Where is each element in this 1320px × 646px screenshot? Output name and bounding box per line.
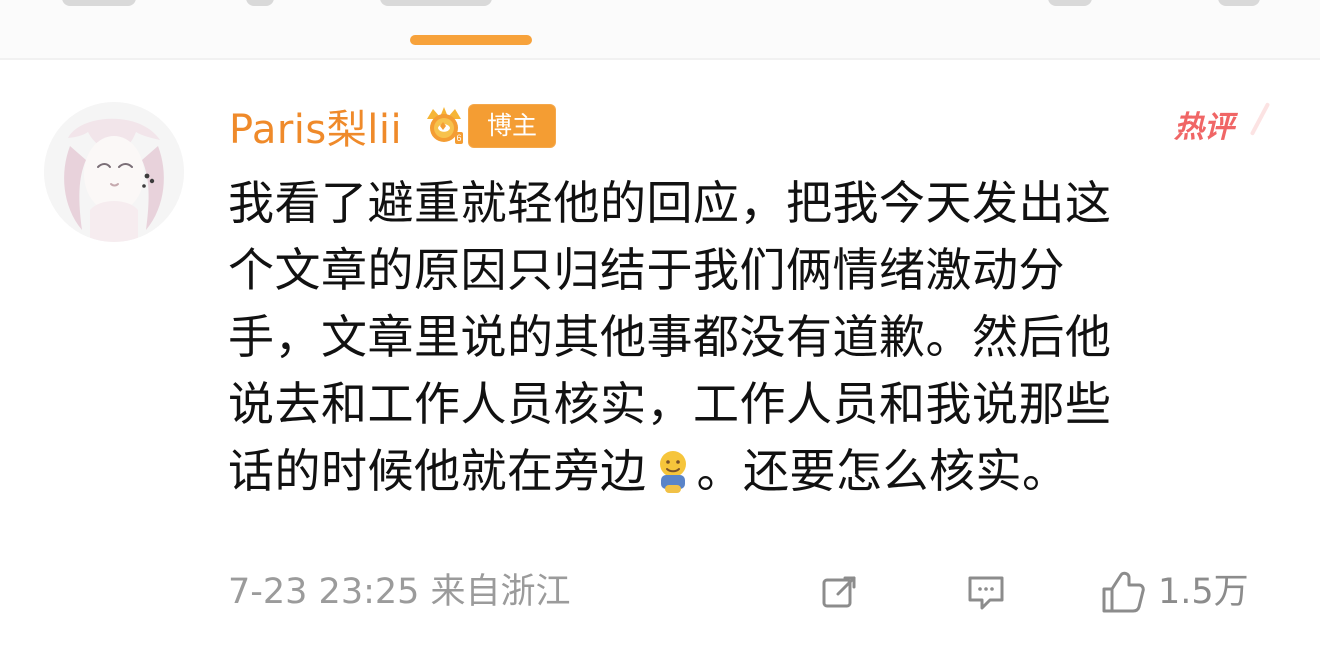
like-count: 1.5万 <box>1158 572 1249 612</box>
comment-footer: 7-23 23:25 来自浙江 1.5万 <box>228 560 1288 626</box>
hot-comment-badge: 热评 <box>1174 107 1270 149</box>
blogger-badge: 博主 <box>468 104 556 148</box>
active-tab-indicator <box>410 35 532 45</box>
avatar[interactable] <box>44 102 184 242</box>
comment-text: 我看了避重就轻他的回应，把我今天发出这 个文章的原因只归结于我们俩情绪激动分 手… <box>228 170 1288 505</box>
comment-line: 个文章的原因只归结于我们俩情绪激动分 <box>228 243 1065 297</box>
comment-line-with-emoji: 话的时候他就在旁边 。还要怎么核实。 <box>228 438 1288 505</box>
comment-line-part: 。还要怎么核实。 <box>696 444 1069 498</box>
tab-fragment-active <box>380 0 492 6</box>
svg-text:6: 6 <box>456 133 461 143</box>
tab-fragment-far-right <box>1218 0 1260 6</box>
top-tab-bar <box>0 0 1320 58</box>
avatar-illustration <box>44 102 184 242</box>
comment-line: 我看了避重就轻他的回应，把我今天发出这 <box>228 176 1112 230</box>
tab-fragment-mid-left <box>246 0 274 6</box>
comment-timestamp: 7-23 23:25 来自浙江 <box>228 572 571 612</box>
reply-button[interactable] <box>962 566 1024 618</box>
tab-fragment-right <box>1048 0 1092 6</box>
username[interactable]: Paris梨lii <box>229 106 402 154</box>
like-button[interactable]: 1.5万 <box>1096 566 1284 618</box>
share-button[interactable] <box>816 566 878 618</box>
like-icon <box>1096 565 1150 619</box>
verified-crown-icon: 6 <box>422 101 466 149</box>
tab-fragment-left <box>62 0 136 6</box>
comment-line-part: 话的时候他就在旁边 <box>228 444 647 498</box>
reply-icon <box>962 568 1010 616</box>
comment-line: 手，文章里说的其他事都没有道歉。然后他 <box>228 310 1112 364</box>
comment-line: 说去和工作人员核实，工作人员和我说那些 <box>228 377 1112 431</box>
emoji-icon <box>651 447 695 495</box>
share-icon <box>816 568 864 616</box>
